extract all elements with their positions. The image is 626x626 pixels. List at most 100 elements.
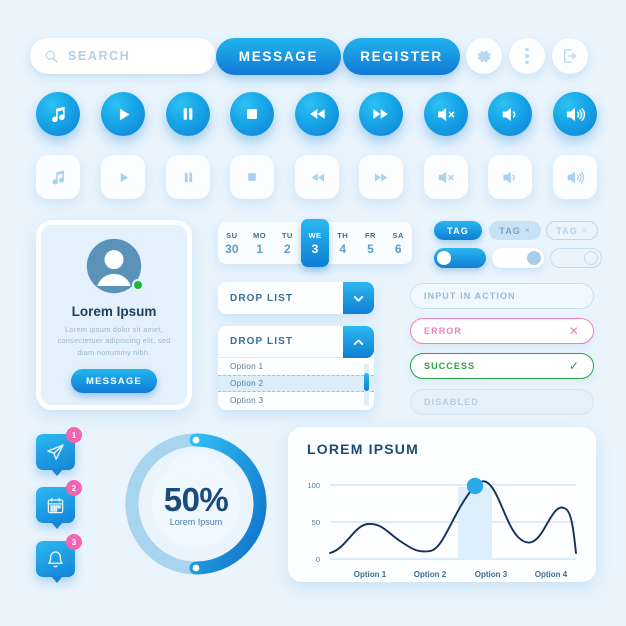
- toggle-on[interactable]: [434, 248, 486, 268]
- stop-round-button[interactable]: [230, 92, 274, 136]
- rewind-round-button[interactable]: [295, 92, 339, 136]
- notification-send[interactable]: 1: [36, 427, 82, 476]
- calendar-day[interactable]: MO 1: [246, 222, 274, 264]
- play-round-button[interactable]: [101, 92, 145, 136]
- fast-forward-square-button[interactable]: [359, 155, 403, 199]
- rewind-square-button[interactable]: [295, 155, 339, 199]
- dropdown-scrollbar[interactable]: [364, 364, 369, 406]
- profile-description: Lorem ipsum dolor sit amet, consectetuer…: [57, 325, 171, 357]
- calendar-dow: FR: [364, 230, 376, 240]
- status-badge: [132, 279, 144, 291]
- avatar: [85, 237, 144, 295]
- x-tick-4: Option 4: [535, 570, 568, 579]
- calendar-icon: [47, 497, 64, 513]
- chevron-down-icon: [353, 295, 364, 302]
- bell-icon: [48, 550, 63, 567]
- dropdown-option[interactable]: Option 3: [218, 392, 374, 409]
- notification-count: 1: [66, 427, 82, 443]
- tag-filled[interactable]: TAG ×: [489, 221, 541, 240]
- music-round-button[interactable]: [36, 92, 80, 136]
- fast-forward-round-button[interactable]: [359, 92, 403, 136]
- dropdown-collapsed[interactable]: DROP LIST: [218, 282, 374, 314]
- play-square-button[interactable]: [101, 155, 145, 199]
- logout-icon: [564, 49, 576, 63]
- music-note-icon: [52, 170, 64, 184]
- close-icon[interactable]: ×: [582, 226, 588, 235]
- y-tick-0: 0: [316, 555, 320, 564]
- error-icon: ✕: [568, 324, 580, 338]
- calendar-dow: SU: [226, 230, 238, 240]
- tag-label: TAG: [556, 225, 578, 236]
- calendar-day[interactable]: SA 6: [384, 222, 412, 264]
- calendar-day-selected[interactable]: WE 3: [301, 219, 329, 267]
- scrollbar-thumb[interactable]: [364, 373, 369, 391]
- tag-outline[interactable]: TAG ×: [546, 221, 598, 240]
- play-icon: [119, 108, 129, 120]
- tag-label: TAG: [447, 225, 469, 236]
- dropdown-option-selected[interactable]: Option 2: [218, 375, 374, 392]
- notification-bell[interactable]: 3: [36, 534, 82, 583]
- search-input[interactable]: SEARCH: [30, 38, 216, 74]
- calendar-date: 2: [283, 241, 291, 256]
- volume-low-icon: [502, 107, 515, 121]
- notification-count: 2: [66, 480, 82, 496]
- x-tick-1: Option 1: [354, 570, 387, 579]
- input-label: INPUT IN ACTION: [424, 291, 516, 301]
- calendar-day[interactable]: FR 5: [357, 222, 385, 264]
- circular-progress: 50% Lorem Ipsum: [122, 430, 270, 578]
- volume-low-square-button[interactable]: [488, 155, 532, 199]
- mute-square-button[interactable]: [424, 155, 468, 199]
- pause-round-button[interactable]: [166, 92, 210, 136]
- volume-low-round-button[interactable]: [488, 92, 532, 136]
- stop-square-button[interactable]: [230, 155, 274, 199]
- tag-active[interactable]: TAG: [434, 221, 482, 240]
- calendar-day[interactable]: SU 30: [218, 222, 246, 264]
- chart-line: [329, 480, 577, 554]
- volume-high-square-button[interactable]: [553, 155, 597, 199]
- donut-sublabel: Lorem Ipsum: [169, 517, 223, 527]
- input-label: SUCCESS: [424, 361, 476, 371]
- ui-kit-canvas: SEARCH MESSAGE REGISTER Lorem Ipsum Lore…: [0, 0, 626, 626]
- calendar-strip: SU 30 MO 1 TU 2 WE 3 TH 4 FR 5 SA 6: [218, 219, 412, 267]
- message-button[interactable]: MESSAGE: [216, 38, 341, 75]
- input-error[interactable]: ERROR ✕: [410, 318, 594, 344]
- search-icon: [45, 50, 58, 63]
- line-chart: 100 50 0 Option 1 Option 2 Option 3 Opti…: [307, 477, 577, 579]
- gear-icon: [477, 50, 491, 62]
- music-note-icon: [51, 106, 65, 122]
- dropdown-option[interactable]: Option 1: [218, 358, 374, 375]
- settings-button[interactable]: [466, 38, 502, 74]
- chart-title: LOREM IPSUM: [307, 441, 419, 457]
- logout-button[interactable]: [552, 38, 588, 74]
- chart-card: LOREM IPSUM 100 50 0 Option 1 Option 2 O…: [288, 427, 596, 582]
- calendar-day[interactable]: TH 4: [329, 222, 357, 264]
- y-tick-100: 100: [307, 481, 320, 490]
- close-icon[interactable]: ×: [525, 226, 531, 235]
- input-success[interactable]: SUCCESS ✓: [410, 353, 594, 379]
- profile-card: Lorem Ipsum Lorem ipsum dolor sit amet, …: [36, 220, 192, 410]
- fast-forward-icon: [374, 172, 387, 182]
- input-in-action[interactable]: INPUT IN ACTION: [410, 283, 594, 309]
- stop-icon: [247, 109, 257, 119]
- chevron-up-icon: [353, 338, 364, 345]
- pause-square-button[interactable]: [166, 155, 210, 199]
- toggle-off[interactable]: [492, 248, 544, 268]
- input-disabled: DISABLED: [410, 389, 594, 415]
- stop-icon: [248, 173, 256, 181]
- mute-round-button[interactable]: [424, 92, 468, 136]
- dropdown-collapse-button[interactable]: [343, 326, 374, 358]
- volume-high-round-button[interactable]: [553, 92, 597, 136]
- y-tick-50: 50: [312, 518, 320, 527]
- notification-calendar[interactable]: 2: [36, 480, 82, 529]
- register-button[interactable]: REGISTER: [343, 38, 460, 75]
- more-options-button[interactable]: [509, 38, 545, 74]
- calendar-dow: TH: [337, 230, 349, 240]
- profile-message-button[interactable]: MESSAGE: [71, 369, 157, 394]
- dropdown-expanded[interactable]: DROP LIST Option 1 Option 2 Option 3: [218, 326, 374, 410]
- toggle-knob: [584, 251, 598, 265]
- toggle-knob: [527, 251, 541, 265]
- calendar-dow: WE: [308, 230, 322, 240]
- music-square-button[interactable]: [36, 155, 80, 199]
- dropdown-expand-button[interactable]: [343, 282, 374, 314]
- calendar-day[interactable]: TU 2: [273, 222, 301, 264]
